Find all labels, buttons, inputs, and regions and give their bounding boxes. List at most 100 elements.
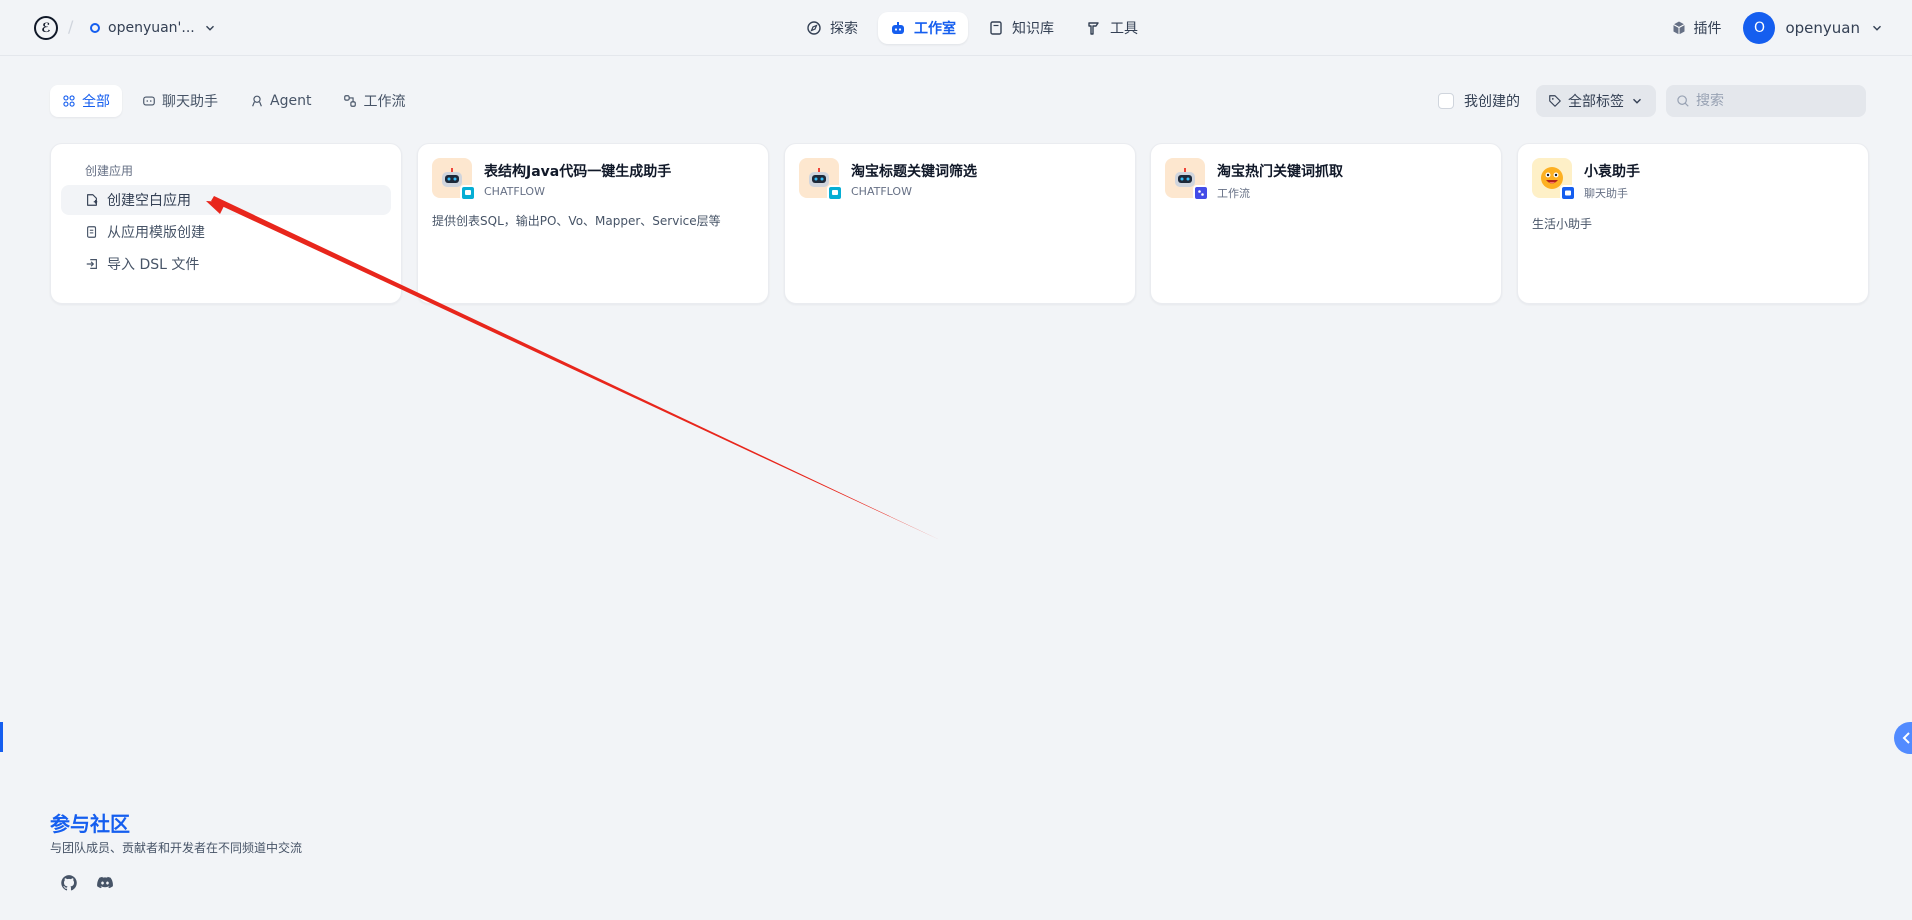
- import-icon: [86, 259, 97, 269]
- app-name: 淘宝标题关键词筛选: [851, 164, 977, 180]
- nav-studio[interactable]: 工作室: [878, 12, 968, 44]
- app-name: 淘宝热门关键词抓取: [1217, 164, 1343, 180]
- hammer-icon: [1088, 22, 1099, 35]
- search-input[interactable]: [1696, 93, 1856, 109]
- chevron-left-icon: [1902, 732, 1910, 744]
- workspace-name: openyuan'...: [108, 20, 195, 36]
- emoji-app-icon: [1532, 158, 1576, 201]
- search-box: [1666, 85, 1866, 117]
- chat-badge-icon: [827, 185, 843, 201]
- chat-badge-icon: [460, 185, 476, 201]
- template-icon: [87, 226, 97, 238]
- tab-chat-assistant-label: 聊天助手: [162, 94, 218, 110]
- user-name: openyuan: [1785, 19, 1860, 37]
- nav-tools[interactable]: 工具: [1074, 12, 1150, 44]
- discord-link[interactable]: [94, 872, 116, 894]
- create-app-title: 创建应用: [85, 164, 134, 178]
- grid-icon: [63, 95, 75, 107]
- workflow-badge-icon: [1193, 185, 1209, 201]
- chevron-down-icon: [205, 25, 214, 31]
- plugins-label: 插件: [1693, 21, 1722, 37]
- create-blank-app-button[interactable]: 创建空白应用: [61, 185, 391, 215]
- header-right: 插件 O openyuan: [1663, 12, 1884, 44]
- file-plus-icon: [87, 194, 98, 206]
- user-menu[interactable]: O openyuan: [1743, 12, 1884, 44]
- github-icon: [61, 875, 77, 891]
- plugins-button[interactable]: 插件: [1663, 12, 1729, 44]
- app-card-header: 淘宝标题关键词筛选 CHATFLOW: [799, 158, 1121, 201]
- main-nav: 探索 工作室 知识库 工具: [794, 12, 1150, 44]
- created-by-me-label: 我创建的: [1464, 94, 1520, 110]
- cube-icon: [1673, 21, 1686, 35]
- tab-chat-assistant[interactable]: 聊天助手: [130, 85, 230, 117]
- separator: /: [68, 17, 74, 36]
- chevron-down-icon: [1633, 98, 1641, 104]
- nav-studio-label: 工作室: [914, 21, 956, 37]
- tag-icon: [1549, 95, 1561, 107]
- app-card-header: 表结构Java代码一键生成助手 CHATFLOW: [432, 158, 754, 201]
- tab-agent[interactable]: Agent: [238, 85, 323, 117]
- avatar: O: [1743, 12, 1776, 44]
- community-section: 参与社区 与团队成员、贡献者和开发者在不同频道中交流: [50, 808, 302, 894]
- robot-app-icon: [1165, 158, 1209, 201]
- annotation-arrow: [206, 196, 940, 540]
- collapse-handle[interactable]: [1894, 722, 1912, 754]
- app-description: 提供创表SQL，输出PO、Vo、Mapper、Service层等: [432, 214, 721, 228]
- community-title: 参与社区: [50, 812, 130, 836]
- nav-explore[interactable]: 探索: [794, 12, 870, 44]
- robot-icon: [892, 22, 904, 34]
- app-description: 生活小助手: [1532, 217, 1593, 231]
- tab-all[interactable]: 全部: [50, 85, 122, 117]
- tab-workflow[interactable]: 工作流: [331, 85, 417, 117]
- tag-filter-select[interactable]: 全部标签: [1536, 85, 1656, 117]
- nav-explore-label: 探索: [830, 21, 858, 37]
- app-card[interactable]: 表结构Java代码一键生成助手 CHATFLOW 提供创表SQL，输出PO、Vo…: [417, 143, 769, 304]
- app-card-header: 淘宝热门关键词抓取 工作流: [1165, 158, 1487, 201]
- discord-icon: [97, 876, 113, 889]
- chat-badge-icon: [1560, 185, 1576, 201]
- created-by-me-toggle[interactable]: 我创建的: [1438, 91, 1520, 111]
- tab-all-label: 全部: [82, 94, 110, 110]
- import-dsl-label: 导入 DSL 文件: [107, 257, 200, 273]
- workspace-switcher[interactable]: openyuan'...: [90, 14, 217, 42]
- github-link[interactable]: [58, 872, 80, 894]
- compass-icon: [807, 21, 821, 35]
- create-from-template-button[interactable]: 从应用模版创建: [61, 217, 391, 247]
- social-links: [50, 872, 302, 894]
- app-type: 聊天助手: [1584, 187, 1628, 200]
- chevron-down-icon: [1873, 25, 1881, 31]
- app-card[interactable]: 小袁助手 聊天助手 生活小助手: [1517, 143, 1869, 304]
- tag-filter-label: 全部标签: [1568, 94, 1624, 110]
- app-logo-icon[interactable]: ℰ: [34, 16, 58, 40]
- app-card-header: 小袁助手 聊天助手: [1532, 158, 1854, 201]
- import-dsl-button[interactable]: 导入 DSL 文件: [61, 249, 391, 279]
- nav-knowledge-label: 知识库: [1012, 21, 1054, 37]
- community-subtitle: 与团队成员、贡献者和开发者在不同频道中交流: [50, 841, 303, 855]
- chat-bot-icon: [143, 96, 155, 106]
- app-name: 表结构Java代码一键生成助手: [484, 164, 672, 180]
- book-icon: [990, 21, 1002, 35]
- app-card[interactable]: 淘宝热门关键词抓取 工作流: [1150, 143, 1502, 304]
- robot-app-icon: [432, 158, 476, 201]
- tab-workflow-label: 工作流: [363, 94, 406, 110]
- app-type: CHATFLOW: [484, 185, 545, 198]
- create-app-panel: 创建应用 创建空白应用 从应用模版创建 导入 DSL 文件: [50, 143, 402, 304]
- nav-tools-label: 工具: [1110, 21, 1138, 37]
- created-by-me-checkbox[interactable]: [1438, 93, 1454, 109]
- app-type-tabs: 全部 聊天助手 Agent 工作流: [50, 85, 417, 117]
- top-bar: ℰ / openyuan'... 探索 工作室 知识库 工具 插件 O open…: [0, 0, 1912, 56]
- create-blank-app-label: 创建空白应用: [107, 193, 191, 209]
- app-name: 小袁助手: [1584, 164, 1640, 180]
- robot-app-icon: [799, 158, 843, 201]
- create-from-template-label: 从应用模版创建: [107, 225, 205, 241]
- app-card[interactable]: 淘宝标题关键词筛选 CHATFLOW: [784, 143, 1136, 304]
- workflow-icon: [344, 95, 357, 107]
- left-edge-indicator: [0, 722, 3, 752]
- agent-icon: [252, 95, 262, 107]
- nav-knowledge[interactable]: 知识库: [976, 12, 1066, 44]
- filter-controls: 我创建的 全部标签: [1438, 85, 1866, 117]
- app-type: 工作流: [1217, 187, 1250, 200]
- workspace-icon: [90, 23, 100, 33]
- app-type: CHATFLOW: [851, 185, 912, 198]
- tab-agent-label: Agent: [270, 93, 312, 109]
